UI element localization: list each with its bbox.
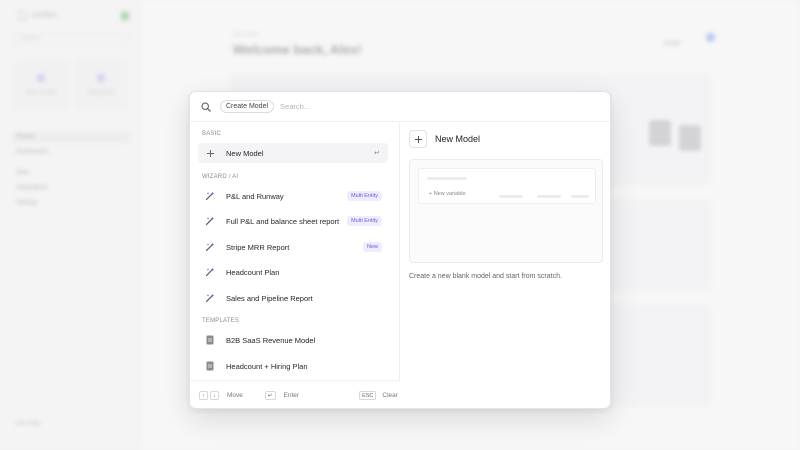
item-label: Stripe MRR Report [226,242,290,252]
item-label: Headcount + Hiring Plan [226,361,308,371]
command-palette: Create Model BASIC New Model ↵ WIZARD / … [189,91,611,409]
item-b2b-saas-revenue[interactable]: B2B SaaS Revenue Model [198,330,388,350]
preview-grid: + New variable [418,168,596,204]
item-label: Full P&L and balance sheet report [226,216,340,226]
plus-icon [409,130,427,148]
item-label: P&L and Runway [226,191,284,201]
magic-wand-icon [204,215,216,227]
scope-chip[interactable]: Create Model [220,100,275,113]
preview-thumbnail: + New variable [409,159,603,263]
magic-wand-icon [204,292,216,304]
item-pl-runway[interactable]: P&L and Runway Multi Entity [198,186,388,206]
arrow-down-key: ↓ [210,391,219,400]
item-sales-pipeline[interactable]: Sales and Pipeline Report [198,288,388,308]
item-label: New Model [226,148,264,158]
esc-key: ESC [359,391,377,400]
item-label: B2B SaaS Revenue Model [226,335,316,345]
plus-icon [204,147,216,159]
hint-move: Move [227,392,243,399]
section-basic: BASIC [202,131,222,137]
preview-new-variable: + New variable [429,191,466,197]
palette-search-bar: Create Model [190,92,610,122]
enter-key: ↵ [264,391,276,400]
item-stripe-mrr[interactable]: Stripe MRR Report New [198,237,388,257]
preview-header: New Model [409,130,480,148]
hint-clear: Clear [382,392,398,399]
results-list: BASIC New Model ↵ WIZARD / AI P&L and Ru… [190,122,400,380]
multi-entity-badge: Multi Entity [347,191,382,201]
document-icon [204,360,216,372]
item-new-model[interactable]: New Model ↵ [198,143,388,163]
preview-description: Create a new blank model and start from … [409,273,562,280]
multi-entity-badge: Multi Entity [347,216,382,226]
item-label: Sales and Pipeline Report [226,293,313,303]
search-icon [201,101,211,112]
preview-title: New Model [435,134,481,144]
enter-key-icon: ↵ [374,150,380,157]
section-wizard: WIZARD / AI [202,174,239,180]
new-badge: New [362,242,382,252]
magic-wand-icon [204,266,216,278]
hint-enter: Enter [283,392,300,399]
item-headcount-plan[interactable]: Headcount Plan [198,262,388,282]
document-icon [204,334,216,346]
item-label: Headcount Plan [226,267,280,277]
magic-wand-icon [204,241,216,253]
keyboard-hints: ↑ ↓ Move ↵ Enter ESC Clear [190,380,400,408]
arrow-up-key: ↑ [199,391,208,400]
section-templates: TEMPLATES [202,318,240,324]
preview-pane: New Model + New variable Create a new bl… [401,122,610,408]
preview-new-variable-label: New variable [433,191,466,197]
item-full-pl-balance[interactable]: Full P&L and balance sheet report Multi … [198,211,388,231]
item-headcount-hiring[interactable]: Headcount + Hiring Plan [198,356,388,376]
magic-wand-icon [204,190,216,202]
search-input[interactable] [280,102,481,111]
